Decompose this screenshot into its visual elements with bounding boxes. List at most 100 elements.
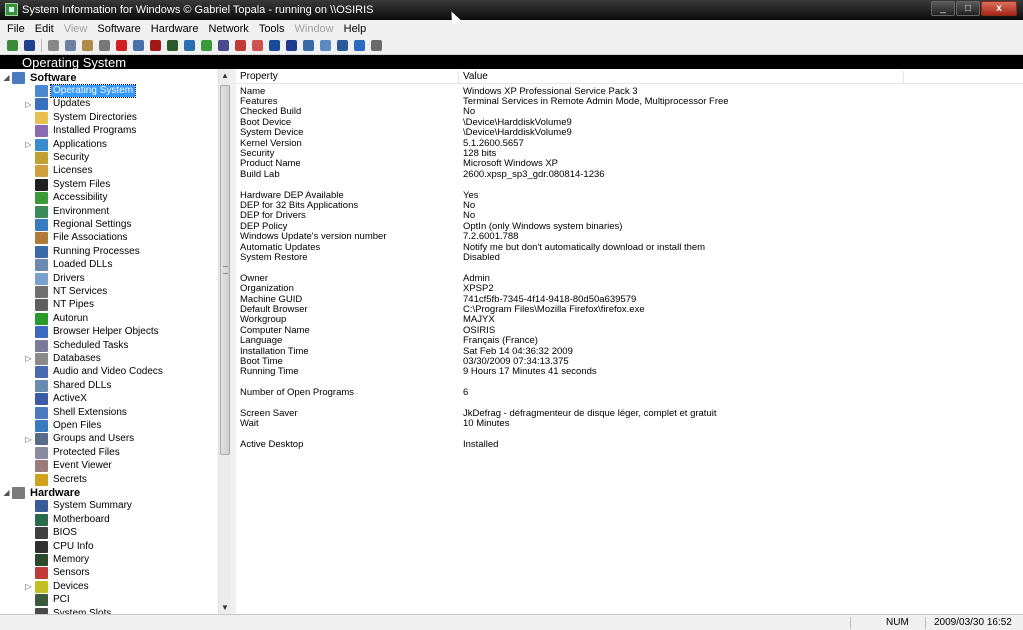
tree-item-label: Environment	[53, 205, 110, 217]
stop-button[interactable]	[113, 39, 129, 53]
expand-icon[interactable]: ▷	[24, 582, 33, 591]
menu-network[interactable]: Network	[203, 23, 253, 35]
tree-item-audio-and-video-codecs[interactable]: Audio and Video Codecs	[35, 366, 165, 379]
chart-button[interactable]	[147, 39, 163, 53]
cube-button[interactable]	[317, 39, 333, 53]
tree-item-security[interactable]: Security	[35, 151, 91, 164]
expand-icon[interactable]: ▷	[24, 140, 33, 149]
menu-software[interactable]: Software	[92, 23, 145, 35]
tree-item-browser-helper-objects[interactable]: Browser Helper Objects	[35, 326, 161, 339]
tree-item-environment[interactable]: Environment	[35, 205, 111, 218]
programs-icon	[35, 125, 48, 138]
tree-item-shell-extensions[interactable]: Shell Extensions	[35, 406, 129, 419]
menu-file[interactable]: File	[2, 23, 30, 35]
memory-icon	[35, 553, 48, 566]
property-cell: DEP for 32 Bits Applications	[240, 199, 359, 211]
tree-item-licenses[interactable]: Licenses	[35, 165, 94, 178]
tree-item-system-summary[interactable]: System Summary	[35, 500, 134, 513]
tree-item-bios[interactable]: BIOS	[35, 527, 79, 540]
tree-item-system-slots[interactable]: System Slots	[35, 607, 113, 614]
tree-item-file-associations[interactable]: File Associations	[35, 232, 129, 245]
tree-item-installed-programs[interactable]: Installed Programs	[35, 125, 138, 138]
menu-tools[interactable]: Tools	[254, 23, 290, 35]
tree-item-pci[interactable]: PCI	[35, 594, 72, 607]
globe-button[interactable]	[181, 39, 197, 53]
navigation-tree[interactable]: ◢ Software Operating System ▷ Updates System …	[0, 69, 231, 614]
message-button[interactable]	[130, 39, 146, 53]
tree-item-applications[interactable]: ▷ Applications	[25, 138, 109, 151]
tree-item-scheduled-tasks[interactable]: Scheduled Tasks	[35, 339, 130, 352]
collapse-icon[interactable]: ◢	[2, 488, 11, 497]
expand-icon[interactable]: ▷	[24, 435, 33, 444]
tree-scrollbar[interactable]: ▲ ▼	[218, 69, 231, 614]
tree-item-accessibility[interactable]: Accessibility	[35, 192, 109, 205]
scroll-thumb[interactable]	[220, 85, 230, 455]
windows-icon	[35, 84, 48, 97]
paste-button[interactable]	[79, 39, 95, 53]
tree-item-nt-services[interactable]: NT Services	[35, 285, 109, 298]
save-button[interactable]	[21, 39, 37, 53]
expand-icon[interactable]: ▷	[24, 354, 33, 363]
tree-item-memory[interactable]: Memory	[35, 553, 91, 566]
cut-button[interactable]	[45, 39, 61, 53]
tree-category-software[interactable]: ◢ Software	[3, 71, 78, 84]
shield-button[interactable]	[283, 39, 299, 53]
property-cell: Running Time	[240, 366, 299, 378]
tree-item-event-viewer[interactable]: Event Viewer	[35, 460, 114, 473]
wrench-button[interactable]	[215, 39, 231, 53]
tree-item-cpu-info[interactable]: CPU Info	[35, 540, 96, 553]
tree-item-devices[interactable]: ▷ Devices	[25, 580, 91, 593]
tree-item-open-files[interactable]: Open Files	[35, 419, 103, 432]
tree-item-drivers[interactable]: Drivers	[35, 272, 87, 285]
app-button[interactable]	[300, 39, 316, 53]
tree-item-groups-and-users[interactable]: ▷ Groups and Users	[25, 433, 136, 446]
monitor-button[interactable]	[334, 39, 350, 53]
property-cell: Build Lab	[240, 168, 280, 180]
network-button[interactable]	[164, 39, 180, 53]
drive-button[interactable]	[232, 39, 248, 53]
property-list[interactable]: Property Value Name Windows XP Profession…	[236, 69, 1023, 614]
print-button[interactable]	[96, 39, 112, 53]
column-header-value[interactable]: Value	[459, 71, 904, 84]
minimize-button[interactable]: _	[931, 1, 955, 16]
menu-help[interactable]: Help	[339, 23, 372, 35]
tree-item-sensors[interactable]: Sensors	[35, 567, 92, 580]
tree-item-system-directories[interactable]: System Directories	[35, 111, 139, 124]
copy-button[interactable]	[62, 39, 78, 53]
web-button[interactable]	[368, 39, 384, 53]
tree-item-protected-files[interactable]: Protected Files	[35, 446, 122, 459]
tree-item-activex[interactable]: ActiveX	[35, 393, 89, 406]
tree-item-label: Motherboard	[53, 513, 110, 525]
expand-icon[interactable]: ▷	[24, 100, 33, 109]
tree-item-databases[interactable]: ▷ Databases	[25, 352, 103, 365]
tree-item-operating-system[interactable]: Operating System	[35, 83, 137, 98]
menu-hardware[interactable]: Hardware	[146, 23, 204, 35]
tree-item-loaded-dlls[interactable]: Loaded DLLs	[35, 259, 115, 272]
menu-edit[interactable]: Edit	[30, 23, 59, 35]
scroll-down-icon[interactable]: ▼	[219, 601, 231, 614]
maximize-button[interactable]: □	[956, 1, 980, 16]
history-button[interactable]	[266, 39, 282, 53]
refresh-button[interactable]	[198, 39, 214, 53]
drive-icon	[234, 40, 246, 51]
tree-item-secrets[interactable]: Secrets	[35, 473, 89, 486]
scroll-up-icon[interactable]: ▲	[219, 69, 231, 82]
key-icon	[35, 473, 48, 486]
record-button[interactable]	[249, 39, 265, 53]
tree-item-system-files[interactable]: System Files	[35, 178, 112, 191]
column-header-property[interactable]: Property	[236, 71, 459, 84]
exit-button[interactable]	[4, 39, 20, 53]
tree-item-updates[interactable]: ▷ Updates	[25, 98, 92, 111]
app-icon[interactable]	[5, 3, 18, 16]
tree-item-regional-settings[interactable]: Regional Settings	[35, 218, 133, 231]
close-button[interactable]: x	[981, 1, 1017, 16]
tree-item-nt-pipes[interactable]: NT Pipes	[35, 299, 96, 312]
title-bar[interactable]: System Information for Windows © Gabriel…	[0, 0, 1023, 20]
tree-item-shared-dlls[interactable]: Shared DLLs	[35, 379, 113, 392]
help-button[interactable]	[351, 39, 367, 53]
collapse-icon[interactable]: ◢	[2, 73, 11, 82]
tree-item-autorun[interactable]: Autorun	[35, 312, 90, 325]
tree-category-hardware[interactable]: ◢ Hardware	[3, 486, 82, 499]
tree-item-running-processes[interactable]: Running Processes	[35, 245, 142, 258]
tree-item-motherboard[interactable]: Motherboard	[35, 513, 112, 526]
